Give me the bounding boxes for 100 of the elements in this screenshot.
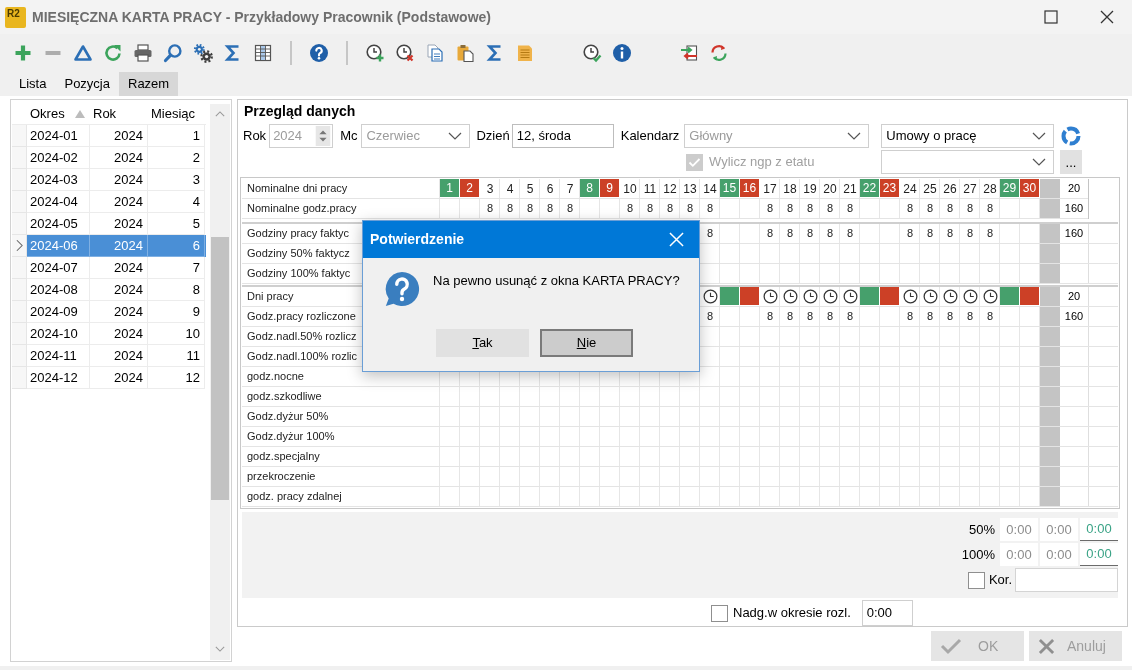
time-input[interactable]: 0:00 xyxy=(861,600,913,626)
gears-icon[interactable] xyxy=(193,42,213,63)
scroll-down-icon[interactable] xyxy=(215,646,225,652)
maximize-icon[interactable] xyxy=(1044,10,1058,24)
copy-icon[interactable] xyxy=(425,42,445,63)
clock-check-icon[interactable] xyxy=(582,42,602,63)
time-field[interactable]: 0:00 xyxy=(1040,518,1078,541)
day-input[interactable]: 12, środa xyxy=(511,124,614,148)
grid-cell-text: 8 xyxy=(925,309,935,325)
circular-arrows-icon[interactable] xyxy=(709,42,729,63)
shaded-cell xyxy=(1040,487,1060,506)
checkbox-label: Kor. xyxy=(988,571,1012,590)
window-title: MIESIĘCZNA KARTA PRACY - Przykładowy Pracownik (Podstawowe) xyxy=(32,7,491,27)
day-cell-text: 18 xyxy=(782,180,798,198)
day-cell: 15 xyxy=(720,179,740,198)
clock-icon xyxy=(762,289,778,304)
day-status-icon xyxy=(1020,287,1040,306)
dialog-button[interactable]: Nie xyxy=(540,329,633,357)
dialog-title: Potwierdzenie xyxy=(370,230,465,249)
shaded-cell xyxy=(1040,387,1060,406)
clock-cross-icon[interactable] xyxy=(395,42,415,63)
close-icon[interactable] xyxy=(1100,10,1114,24)
arrows-document-icon[interactable] xyxy=(679,42,699,63)
row-label: Godz.dyżur 50% xyxy=(247,409,329,425)
table-row[interactable]: 2024-01 2024 1 xyxy=(12,125,206,147)
shaded-cell xyxy=(1040,244,1060,263)
grid-cell-text: 8 xyxy=(785,309,795,325)
day-cell: 30 xyxy=(1020,179,1040,198)
clock-icon xyxy=(902,289,918,304)
shaded-cell xyxy=(1040,327,1060,346)
day-cell: 8 xyxy=(580,179,600,198)
grid-cell-text: 8 xyxy=(665,201,675,217)
tab[interactable]: Pozycja xyxy=(55,72,119,96)
table-row[interactable]: 2024-02 2024 2 xyxy=(12,147,206,169)
vertical-scrollbar[interactable] xyxy=(210,104,230,660)
paste-icon[interactable] xyxy=(455,42,475,63)
day-cell-text: 4 xyxy=(505,180,515,198)
scroll-up-icon[interactable] xyxy=(215,111,225,117)
grid-cell-text: 8 xyxy=(965,309,975,325)
clock-icon xyxy=(842,289,858,304)
checkbox[interactable] xyxy=(711,604,728,622)
printer-icon[interactable] xyxy=(133,42,153,63)
clock-icon xyxy=(922,289,938,304)
grid-cell-text: 8 xyxy=(945,201,955,217)
grid-cell-text: 8 xyxy=(785,201,795,217)
table-row[interactable]: 2024-05 2024 5 xyxy=(12,213,206,235)
table-row[interactable]: 2024-11 2024 11 xyxy=(12,345,206,367)
field-label: Dzień xyxy=(476,127,510,146)
more-button[interactable]: ... xyxy=(1060,150,1082,174)
triangle-icon[interactable] xyxy=(73,42,93,63)
day-cell-text: 24 xyxy=(902,180,918,198)
grid-cell-text: 8 xyxy=(965,226,975,242)
row-label: Nominalne godz.pracy xyxy=(247,201,357,217)
correction-input[interactable] xyxy=(1015,568,1118,592)
checkbox[interactable] xyxy=(967,571,985,589)
refresh-icon[interactable] xyxy=(103,42,123,63)
table-row[interactable]: 2024-04 2024 4 xyxy=(12,191,206,213)
shaded-cell xyxy=(1040,307,1060,326)
day-cell: 9 xyxy=(600,179,620,198)
day-cell-text: 26 xyxy=(942,180,958,198)
contract-select[interactable]: Umowy o pracę xyxy=(881,124,1055,148)
grid-cell-text: 8 xyxy=(685,201,695,217)
shaded-cell xyxy=(1040,264,1060,283)
table-row[interactable]: 2024-08 2024 8 xyxy=(12,279,206,301)
row-label: Godziny pracy faktyc xyxy=(247,226,350,242)
grid-cell-text: 8 xyxy=(565,201,575,217)
ring-icon[interactable] xyxy=(1060,125,1083,147)
scroll-thumb[interactable] xyxy=(211,237,229,500)
day-cell: 22 xyxy=(860,179,880,198)
row-label: Godz.nadl.50% rozlicz xyxy=(247,329,357,345)
column-header[interactable]: Rok xyxy=(90,104,148,124)
table-row[interactable]: 2024-07 2024 7 xyxy=(12,257,206,279)
row-total: 160 xyxy=(1063,309,1085,325)
table-row[interactable]: 2024-03 2024 3 xyxy=(12,169,206,191)
row-label: Godziny 100% faktyc xyxy=(247,266,351,282)
search-icon[interactable] xyxy=(163,42,183,63)
table-row[interactable]: 2024-10 2024 10 xyxy=(12,323,206,345)
field-label: Rok xyxy=(243,127,267,146)
columns-icon[interactable] xyxy=(253,42,273,63)
row-label: godz.nocne xyxy=(247,369,304,385)
dropdown-field[interactable] xyxy=(881,150,1054,174)
info-icon[interactable] xyxy=(612,42,632,63)
tab[interactable]: Lista xyxy=(10,72,56,96)
clock-plus-icon[interactable] xyxy=(365,42,385,63)
dialog-button[interactable]: Tak xyxy=(436,329,529,357)
table-row[interactable]: 2024-09 2024 9 xyxy=(12,301,206,323)
time-field[interactable]: 0:00 xyxy=(1000,543,1038,566)
column-header[interactable]: Okres xyxy=(27,104,90,124)
help-icon[interactable] xyxy=(309,42,329,63)
grid-cell-text: 8 xyxy=(845,226,855,242)
time-field[interactable]: 0:00 xyxy=(1040,543,1078,566)
table-row[interactable]: 2024-12 2024 12 xyxy=(12,367,206,389)
column-header[interactable]: Miesiąc xyxy=(148,104,205,124)
sort-icon xyxy=(75,110,85,118)
day-cell: 1 xyxy=(440,179,460,198)
grid-cell-text: 8 xyxy=(905,201,915,217)
checkbox-label: Wylicz ngp z etatu xyxy=(709,153,815,172)
tab[interactable]: Razem xyxy=(119,72,179,96)
field-label: Kalendarz xyxy=(620,127,680,146)
time-field[interactable]: 0:00 xyxy=(1000,518,1038,541)
